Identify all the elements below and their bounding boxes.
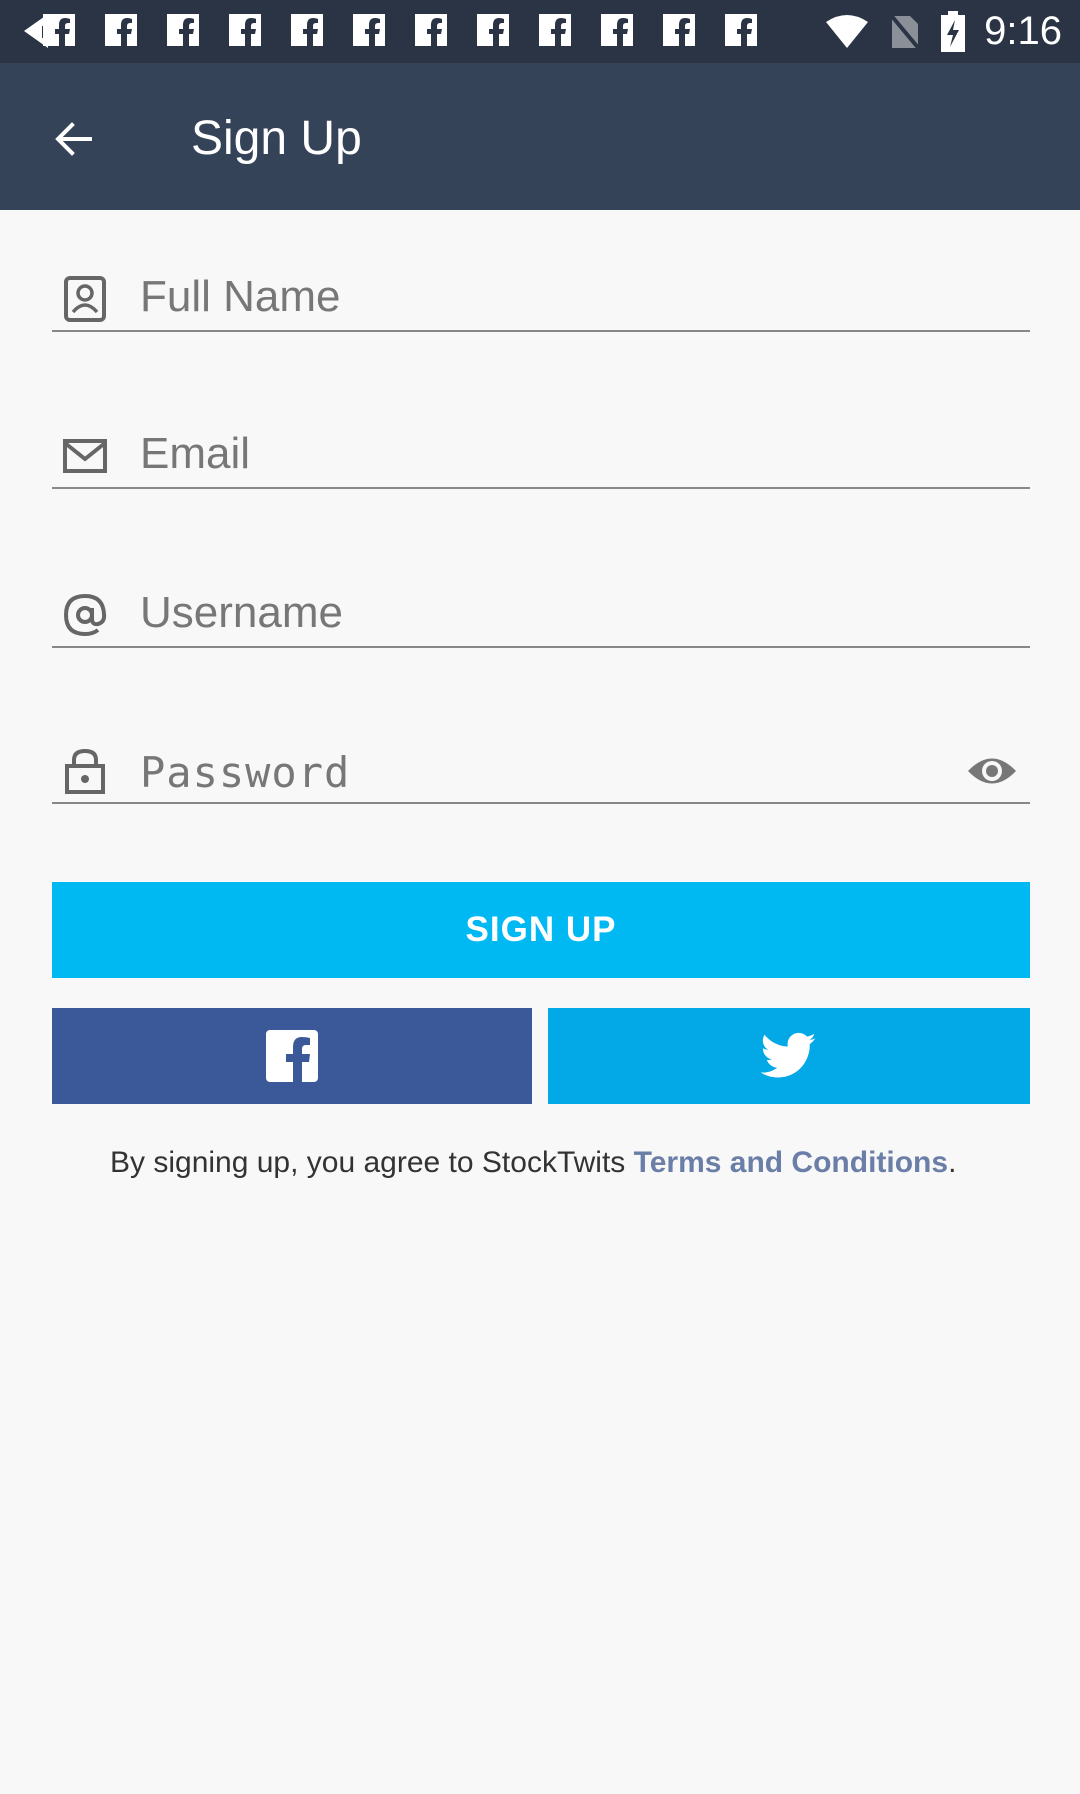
facebook-icon [600,10,634,50]
facebook-icon [104,10,138,50]
password-placeholder: Password [140,748,351,797]
no-sim-icon [888,12,922,51]
at-sign-icon [63,593,107,637]
page-title: Sign Up [191,112,362,165]
password-field[interactable]: Password [52,742,1030,804]
facebook-icon [42,10,76,50]
full-name-field[interactable]: Full Name [52,270,1030,332]
sign-up-button[interactable]: SIGN UP [52,882,1030,978]
email-placeholder: Email [140,429,251,478]
email-field[interactable]: Email [52,427,1030,489]
wifi-icon [826,14,869,48]
back-arrow-icon[interactable] [50,115,98,163]
facebook-icon [266,1030,318,1082]
facebook-icon [228,10,262,50]
facebook-icon [166,10,200,50]
facebook-icon [724,10,758,50]
lock-icon [65,748,105,794]
twitter-icon [761,1032,816,1078]
username-placeholder: Username [140,588,343,637]
terms-prefix: By signing up, you agree to StockTwits [110,1146,634,1179]
facebook-icon [290,10,324,50]
username-field[interactable]: Username [52,586,1030,648]
clock: 9:16 [984,9,1062,53]
terms-text: By signing up, you agree to StockTwits T… [110,1146,956,1180]
facebook-icon [662,10,696,50]
facebook-icon [352,10,386,50]
status-bar: 9:16 [0,0,1080,63]
contact-card-icon [64,276,106,322]
envelope-icon [63,439,107,473]
terms-link[interactable]: Terms and Conditions [634,1146,948,1179]
facebook-icon [538,10,572,50]
terms-suffix: . [948,1146,957,1179]
facebook-icon [414,10,448,50]
eye-icon[interactable] [966,748,1018,794]
facebook-icon [476,10,510,50]
twitter-signup-button[interactable] [548,1008,1030,1104]
battery-charging-icon [941,10,966,52]
app-bar: Sign Up [0,63,1080,210]
full-name-placeholder: Full Name [140,272,341,321]
facebook-signup-button[interactable] [52,1008,532,1104]
